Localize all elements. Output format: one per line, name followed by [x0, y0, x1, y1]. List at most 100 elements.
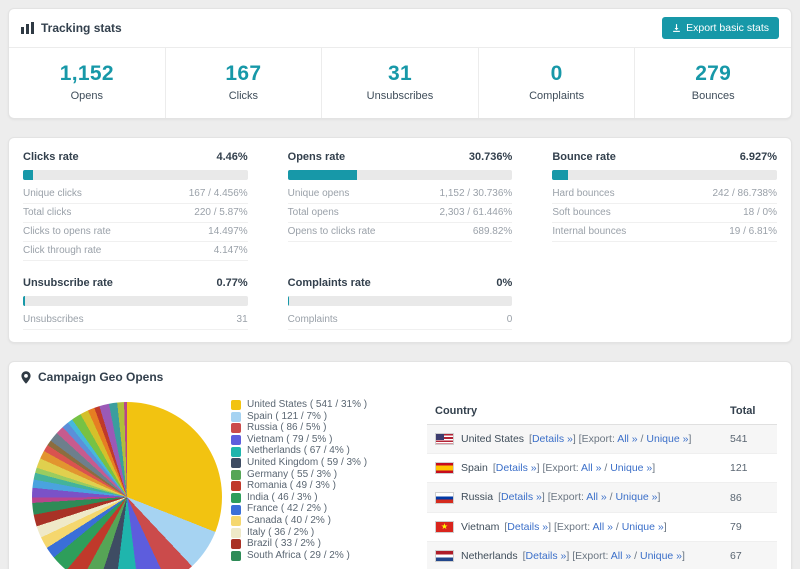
export-unique-link[interactable]: Unique » — [646, 433, 688, 445]
legend-swatch-icon — [231, 551, 241, 562]
legend-item: Brazil ( 33 / 2% ) — [231, 539, 415, 550]
flag-us-icon — [435, 433, 454, 446]
legend-item: Vietnam ( 79 / 5% ) — [231, 434, 415, 446]
export-all-link[interactable]: All » — [593, 521, 613, 533]
legend-swatch-icon — [231, 504, 241, 515]
legend-item: Italy ( 36 / 2% ) — [231, 526, 415, 539]
tracking-stats-page: Tracking stats Export basic stats 1,152 … — [0, 0, 800, 569]
stat-row-value: 220 / 5.87% — [194, 207, 248, 218]
stat-row-label: Complaints — [287, 314, 338, 325]
legend-swatch-icon — [231, 446, 241, 457]
country-column-header: Country — [427, 398, 722, 425]
stat-row-value: 18 / 0% — [743, 207, 777, 218]
details-link[interactable]: Details » — [501, 491, 542, 503]
country-name: United States — [461, 433, 525, 445]
country-links: [Details »] [Export: All » / Unique »] — [498, 491, 661, 504]
details-link[interactable]: Details » — [496, 462, 537, 474]
bar-chart-icon — [21, 22, 34, 34]
legend-item: France ( 42 / 2% ) — [231, 504, 415, 515]
export-unique-link[interactable]: Unique » — [622, 521, 664, 533]
rate-value: 0.77% — [216, 277, 248, 289]
rates-card: Clicks rate 4.46% Unique clicks 167 / 4.4… — [8, 137, 792, 343]
stat-row-value: 167 / 4.456% — [188, 188, 248, 199]
flag-vn-icon — [435, 520, 454, 533]
export-all-link[interactable]: All » — [611, 550, 631, 562]
legend-swatch-icon — [231, 411, 241, 422]
export-all-link[interactable]: All » — [586, 491, 606, 503]
stat-bounces: 279 Bounces — [635, 48, 791, 118]
country-total: 67 — [722, 541, 777, 569]
legend-item: Germany ( 55 / 3% ) — [231, 468, 415, 481]
legend-swatch-icon — [231, 516, 241, 527]
stat-value: 1,152 — [59, 62, 114, 85]
opens-rate-progress — [287, 170, 513, 180]
rate-value: 0% — [496, 277, 513, 289]
rate-value: 4.46% — [216, 151, 248, 163]
bounce-rate-progress — [552, 170, 777, 180]
table-row: Vietnam [Details »] [Export: All » / Uniq… — [427, 512, 777, 542]
country-name: Netherlands — [461, 549, 518, 562]
tracking-stats-title: Tracking stats — [21, 21, 122, 35]
legend-swatch-icon — [231, 481, 241, 492]
geo-title-wrap: Campaign Geo Opens — [21, 370, 163, 384]
stat-row-label: Unsubscribes — [23, 314, 84, 325]
country-links: [Details »] [Export: All » / Unique »] — [492, 462, 656, 475]
details-link[interactable]: Details » — [526, 550, 567, 562]
stat-row: Internal bounces 19 / 6.81% — [552, 223, 777, 242]
legend-label: Germany ( 55 / 3% ) — [247, 468, 338, 480]
unsubscribe-rate-progress — [23, 296, 248, 306]
stat-label: Unsubscribes — [366, 90, 434, 102]
details-link[interactable]: Details » — [507, 521, 548, 533]
export-unique-link[interactable]: Unique » — [615, 491, 657, 503]
stat-row: Unique clicks 167 / 4.456% — [23, 185, 248, 204]
clicks-rate-section: Clicks rate 4.46% Unique clicks 167 / 4.4… — [23, 151, 248, 261]
details-link[interactable]: Details » — [532, 433, 573, 445]
table-row: Russia [Details »] [Export: All » / Uniqu… — [427, 482, 777, 513]
legend-swatch-icon — [231, 400, 241, 411]
stat-row-value: 14.497% — [208, 226, 248, 237]
stat-label: Complaints — [529, 90, 585, 102]
legend-item: Russia ( 86 / 5% ) — [231, 423, 415, 434]
stat-row-label: Clicks to opens rate — [23, 226, 111, 237]
country-links: [Details »] [Export: All » / Unique »] — [504, 520, 667, 533]
stat-row: Unique opens 1,152 / 30.736% — [287, 185, 513, 204]
legend-label: Netherlands ( 67 / 4% ) — [247, 445, 350, 457]
rate-value: 6.927% — [739, 151, 777, 163]
legend-item: United States ( 541 / 31% ) — [231, 399, 415, 411]
legend-label: Spain ( 121 / 7% ) — [247, 410, 328, 422]
legend-item: Spain ( 121 / 7% ) — [231, 410, 415, 423]
legend-item: United Kingdom ( 59 / 3% ) — [231, 457, 415, 469]
legend-swatch-icon — [231, 493, 241, 504]
stat-row-label: Unique opens — [287, 188, 350, 199]
stat-row: Complaints 0 — [287, 311, 513, 330]
export-unique-link[interactable]: Unique » — [640, 550, 682, 562]
pie-wrap — [23, 398, 231, 569]
country-name: Vietnam — [461, 520, 500, 533]
legend-swatch-icon — [231, 423, 241, 434]
legend-item: Romania ( 49 / 3% ) — [231, 481, 415, 492]
bounce-rate-section: Bounce rate 6.927% Hard bounces 242 / 86.… — [552, 151, 777, 261]
table-row: United States [Details »] [Export: All » … — [427, 424, 777, 455]
legend-label: Italy ( 36 / 2% ) — [247, 526, 315, 538]
export-all-link[interactable]: All » — [581, 462, 601, 474]
export-icon — [672, 23, 681, 33]
clicks-rate-progress — [23, 170, 248, 180]
stat-clicks: 167 Clicks — [166, 48, 323, 118]
export-all-link[interactable]: All » — [617, 433, 637, 445]
country-links: [Details »] [Export: All » / Unique »] — [522, 549, 685, 562]
stat-value: 0 — [550, 62, 563, 85]
legend-label: Canada ( 40 / 2% ) — [247, 514, 331, 526]
legend-swatch-icon — [231, 469, 241, 480]
stat-row-label: Total clicks — [23, 207, 72, 218]
export-unique-link[interactable]: Unique » — [610, 462, 652, 474]
stat-row-value: 1,152 / 30.736% — [439, 188, 513, 199]
stat-value: 279 — [695, 62, 732, 85]
stat-row-value: 31 — [236, 314, 248, 325]
map-pin-icon — [21, 370, 31, 384]
stat-label: Clicks — [228, 90, 259, 102]
export-basic-stats-button[interactable]: Export basic stats — [662, 17, 779, 39]
legend-swatch-icon — [231, 458, 241, 469]
geo-table: Country Total United States [Details »] [… — [427, 398, 777, 569]
country-name: Spain — [461, 462, 488, 475]
country-total: 86 — [722, 482, 777, 513]
